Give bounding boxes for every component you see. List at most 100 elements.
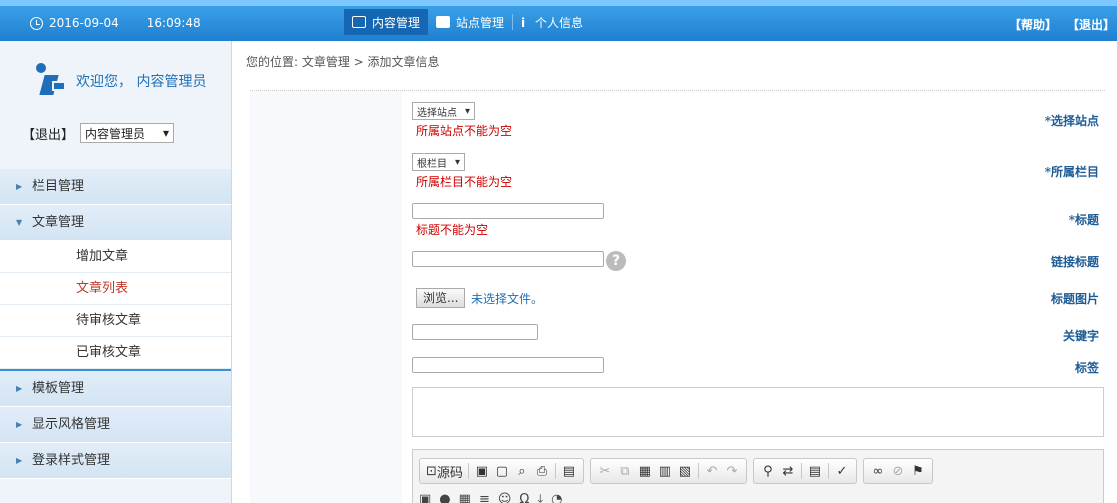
admin-user-icon <box>32 63 68 99</box>
role-value: 内容管理员 <box>85 126 146 141</box>
copy-icon[interactable]: ⧉ <box>615 461 635 481</box>
chevron-down-icon: ▾ <box>162 126 170 140</box>
template-icon[interactable]: ▤ <box>559 461 579 481</box>
column-select[interactable]: 根栏目 ▾ <box>412 153 466 171</box>
nav-label: 站点管理 <box>456 15 505 30</box>
link-title-input[interactable] <box>412 251 604 267</box>
clock-icon <box>30 16 43 30</box>
article-submenu: 增加文章 文章列表 待审核文章 已审核文章 <box>0 241 231 371</box>
title-error: 标题不能为空 <box>416 223 489 237</box>
sidebar-item-article[interactable]: ▼ 文章管理 <box>0 205 231 241</box>
summary-textarea[interactable] <box>412 387 1104 437</box>
paste-icon[interactable]: ▦ <box>635 461 655 481</box>
breadcrumb: 您的位置: 文章管理 > 添加文章信息 <box>246 55 440 69</box>
sidebar-item-template[interactable]: ▶ 模板管理 <box>0 371 231 407</box>
datetime: 2016-09-04 16:09:48 <box>30 16 201 30</box>
title-input[interactable] <box>412 203 604 219</box>
select-all-icon[interactable]: ▤ <box>805 461 825 481</box>
chevron-down-icon: ▾ <box>465 105 471 117</box>
preview-icon[interactable]: ⌕ <box>512 461 532 481</box>
link-title-label: 链接标题 <box>1050 255 1099 269</box>
redo-icon[interactable]: ↷ <box>722 461 742 481</box>
print-icon[interactable]: ⎙ <box>532 461 552 481</box>
sidebar-subitem-approved-articles[interactable]: 已审核文章 <box>0 337 231 369</box>
date-text: 2016-09-04 <box>49 16 119 30</box>
cut-icon[interactable]: ✂ <box>595 461 615 481</box>
nav-personal-info[interactable]: i 个人信息 <box>513 9 591 35</box>
logout-link[interactable]: 【退出】 <box>1067 16 1115 33</box>
sidebar-subitem-article-list[interactable]: 文章列表 <box>0 273 231 305</box>
undo-icon[interactable]: ↶ <box>702 461 722 481</box>
help-icon[interactable]: ? <box>606 251 626 271</box>
sidebar-item-column[interactable]: ▶ 栏目管理 <box>0 169 231 205</box>
role-select[interactable]: 内容管理员 ▾ <box>80 123 175 143</box>
paste-text-icon[interactable]: ▥ <box>655 461 675 481</box>
caret-right-icon: ▶ <box>16 383 23 393</box>
page-break-icon[interactable]: ⤓ <box>537 492 543 503</box>
menu-label: 模板管理 <box>32 380 85 396</box>
tag-input[interactable] <box>412 357 604 373</box>
top-nav: 内容管理 站点管理 i 个人信息 <box>344 9 591 35</box>
chevron-down-icon: ▾ <box>455 156 461 168</box>
spellcheck-icon[interactable]: ✓ <box>832 461 852 481</box>
site-select[interactable]: 选择站点 ▾ <box>412 102 476 120</box>
title-label: *标题 <box>1068 213 1099 227</box>
save-icon[interactable]: ▣ <box>472 461 492 481</box>
sidebar-subitem-add-article[interactable]: 增加文章 <box>0 241 231 273</box>
welcome-text: 欢迎您， 内容管理员 <box>76 74 207 90</box>
link-icon[interactable]: ∞ <box>868 461 888 481</box>
label-column <box>250 91 402 503</box>
site-error: 所属站点不能为空 <box>416 124 513 138</box>
sidebar-subitem-pending-articles[interactable]: 待审核文章 <box>0 305 231 337</box>
paste-word-icon[interactable]: ▧ <box>675 461 695 481</box>
replace-icon[interactable]: ⇄ <box>778 461 798 481</box>
column-error: 所属栏目不能为空 <box>416 175 513 189</box>
find-icon[interactable]: ⚲ <box>758 461 778 481</box>
editor-toolbar: ⊡ 源码 ▣ ▢ ⌕ ⎙ ▤ ✂ ⧉ ▦ ▥ ▧ ↶ ↷ ⚲ ⇄ ▤ ✓ ∞ ⊘… <box>419 458 933 484</box>
horizontal-rule-icon[interactable]: ≡ <box>479 492 490 503</box>
sidebar-item-login-style[interactable]: ▶ 登录样式管理 <box>0 443 231 479</box>
nav-content-management[interactable]: 内容管理 <box>344 9 429 35</box>
source-label: 源码 <box>436 465 463 481</box>
menu-label: 显示风格管理 <box>32 416 111 432</box>
column-select-value: 根栏目 <box>417 158 447 170</box>
menu-label: 文章管理 <box>32 214 85 230</box>
sidebar-item-display-style[interactable]: ▶ 显示风格管理 <box>0 407 231 443</box>
tag-label: 标签 <box>1074 361 1099 375</box>
article-form: *选择站点 选择站点 ▾ 所属站点不能为空 *所属栏目 根栏目 ▾ 所属栏目不能… <box>250 90 1105 503</box>
browse-button[interactable]: 浏览... <box>416 288 466 308</box>
keyword-input[interactable] <box>412 324 538 340</box>
site-label: *选择站点 <box>1044 114 1099 128</box>
source-button[interactable]: ⊡ 源码 <box>424 461 465 481</box>
caret-right-icon: ▶ <box>16 455 23 465</box>
keyword-label: 关键字 <box>1062 329 1099 343</box>
nav-label: 内容管理 <box>372 15 421 30</box>
source-icon: ⊡ <box>426 463 437 479</box>
sidebar-menu: ▶ 栏目管理 ▼ 文章管理 增加文章 文章列表 待审核文章 已审核文章 ▶ 模板… <box>0 169 231 479</box>
sidebar: 欢迎您， 内容管理员 【退出】 内容管理员 ▾ ▶ 栏目管理 ▼ 文章管理 增加… <box>0 41 232 503</box>
user-actions: 【退出】 内容管理员 ▾ <box>22 123 175 143</box>
toolbar-group-links: ∞ ⊘ ⚑ <box>862 458 933 484</box>
smiley-icon[interactable]: ☺ <box>498 492 512 503</box>
iframe-icon[interactable]: ◔ <box>551 492 562 503</box>
unlink-icon[interactable]: ⊘ <box>888 461 908 481</box>
site-card-icon <box>436 16 451 28</box>
editor-toolbar-row2: ▣ ● ▦ ≡ ☺ Ω ⤓ ◔ <box>419 492 562 503</box>
caret-right-icon: ▶ <box>16 181 23 191</box>
sidebar-logout-link[interactable]: 【退出】 <box>22 124 74 143</box>
content-icon <box>352 16 366 28</box>
flash-icon[interactable]: ● <box>439 492 450 503</box>
help-link[interactable]: 【帮助】 <box>1009 16 1057 33</box>
menu-label: 栏目管理 <box>32 178 85 194</box>
table-icon[interactable]: ▦ <box>459 492 471 503</box>
nav-label: 个人信息 <box>535 15 584 30</box>
menu-label: 登录样式管理 <box>32 452 111 468</box>
new-page-icon[interactable]: ▢ <box>492 461 512 481</box>
toolbar-group-editing: ⚲ ⇄ ▤ ✓ <box>752 458 857 484</box>
toolbar-group-clipboard: ✂ ⧉ ▦ ▥ ▧ ↶ ↷ <box>589 458 747 484</box>
title-image-label: 标题图片 <box>1050 292 1099 306</box>
image-icon[interactable]: ▣ <box>419 492 431 503</box>
special-char-icon[interactable]: Ω <box>519 492 529 503</box>
nav-site-management[interactable]: 站点管理 <box>428 9 512 35</box>
anchor-flag-icon[interactable]: ⚑ <box>908 461 928 481</box>
